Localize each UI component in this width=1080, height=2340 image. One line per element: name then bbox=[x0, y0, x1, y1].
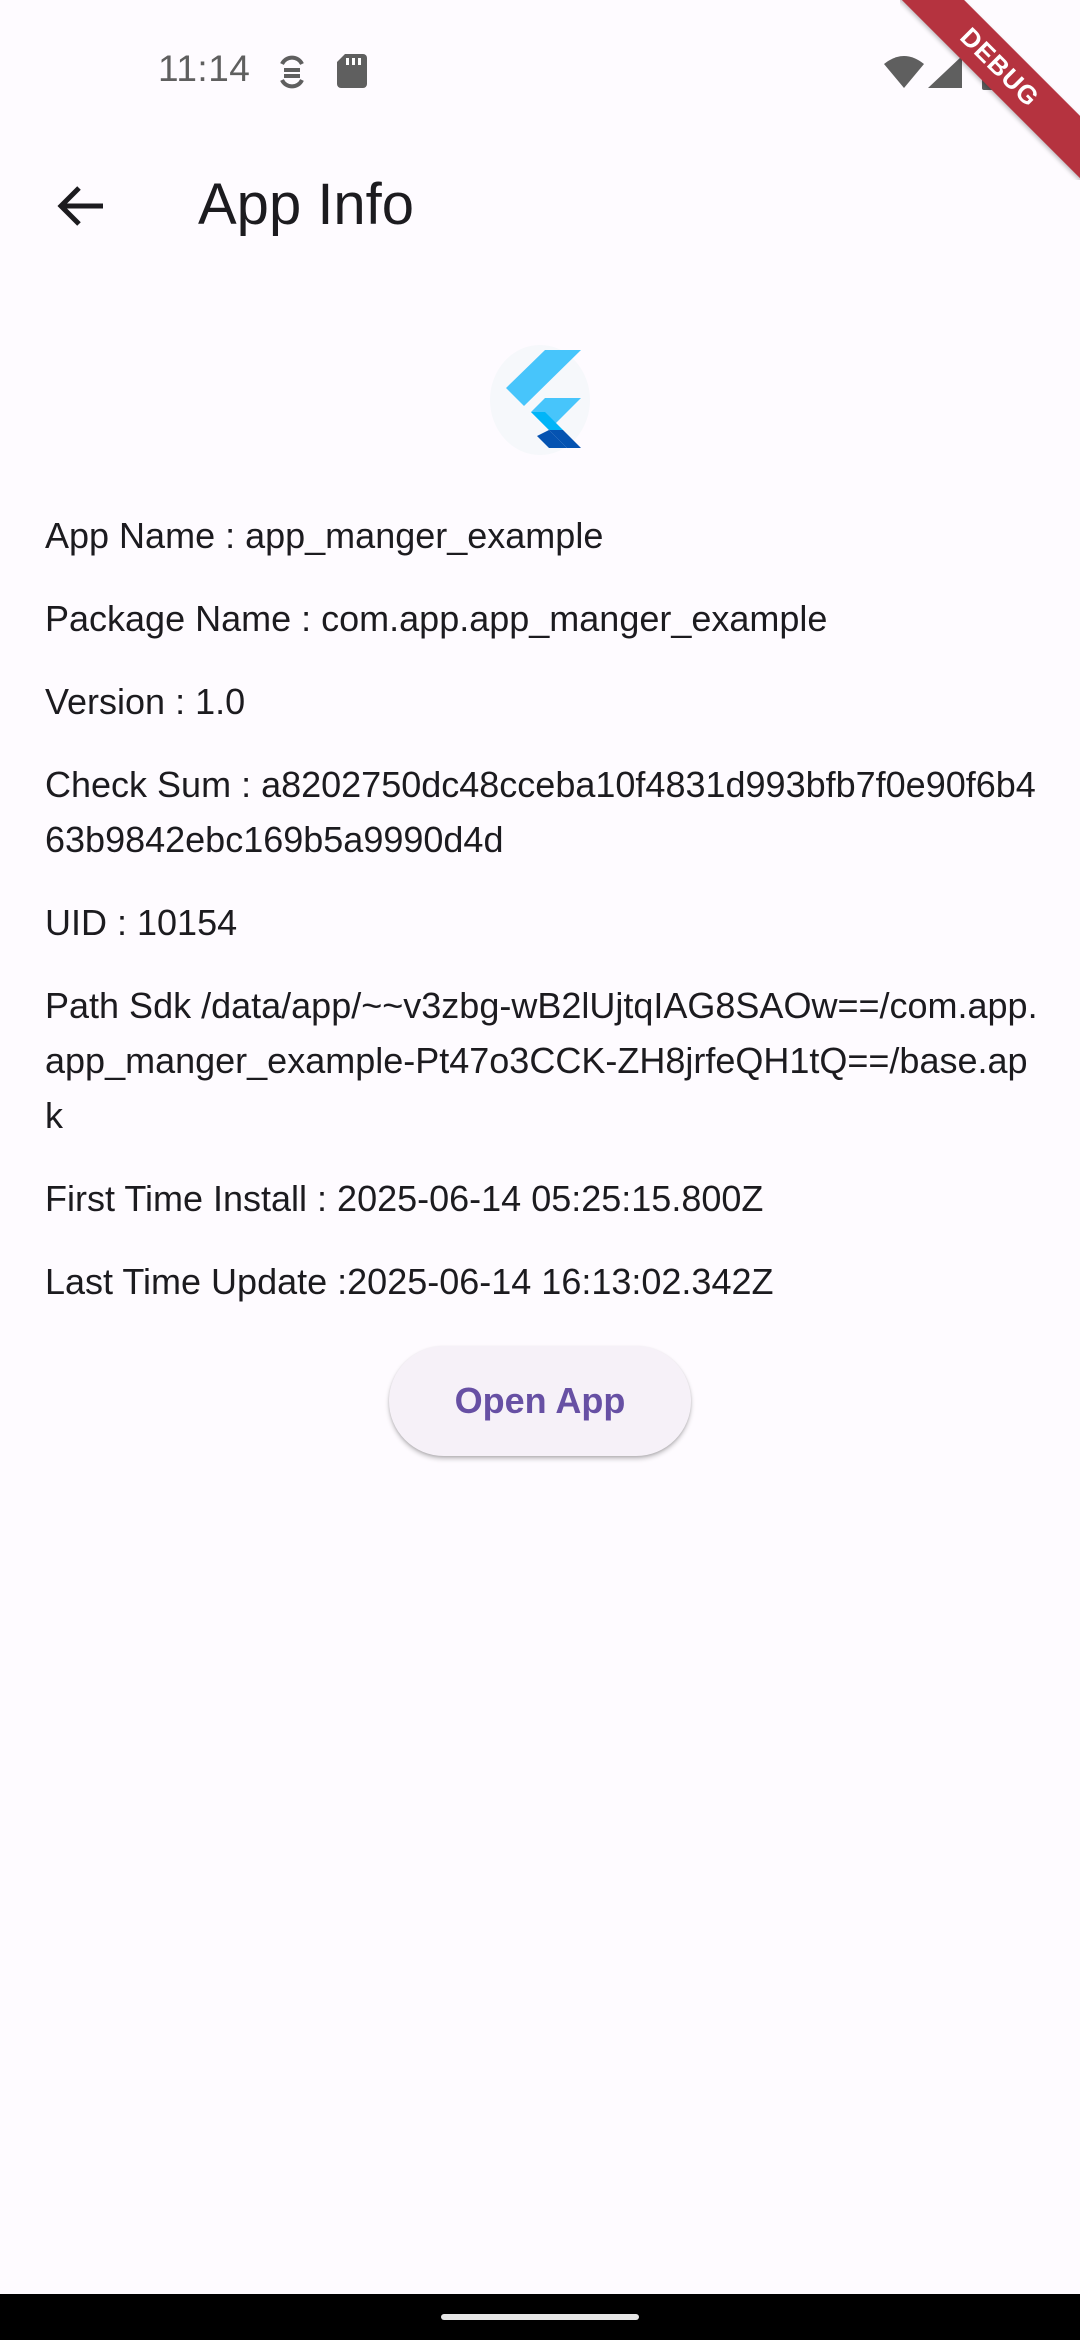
page-title: App Info bbox=[198, 172, 415, 237]
sd-card-icon bbox=[337, 54, 367, 93]
home-handle[interactable] bbox=[441, 2314, 639, 2320]
app-name-text: App Name : app_manger_example bbox=[45, 515, 604, 556]
last-update-text: Last Time Update :2025-06-14 16:13:02.34… bbox=[45, 1261, 774, 1302]
app-logo bbox=[490, 345, 590, 455]
open-app-button[interactable]: Open App bbox=[389, 1346, 691, 1456]
check-sum-text: Check Sum : a8202750dc48cceba10f4831d993… bbox=[45, 764, 1036, 860]
arrow-back-icon bbox=[55, 184, 105, 233]
battery-icon bbox=[982, 54, 1004, 95]
status-bar: 11:14 bbox=[0, 0, 1080, 140]
back-button[interactable] bbox=[40, 168, 120, 248]
uid-text: UID : 10154 bbox=[45, 902, 238, 943]
path-sdk-text: Path Sdk /data/app/~~v3zbg-wB2lUjtqIAG8S… bbox=[45, 985, 1038, 1136]
wifi-icon bbox=[884, 56, 924, 93]
package-name-text: Package Name : com.app.app_manger_exampl… bbox=[45, 598, 828, 639]
app-info-list: App Name : app_manger_example Package Na… bbox=[45, 508, 1045, 1337]
system-nav-bar bbox=[0, 2294, 1080, 2340]
version-text: Version : 1.0 bbox=[45, 681, 246, 722]
app-bar: App Info bbox=[0, 140, 1080, 284]
status-time: 11:14 bbox=[158, 48, 251, 89]
flutter-logo-icon bbox=[497, 348, 587, 461]
cell-signal-icon bbox=[928, 56, 962, 93]
sync-icon bbox=[276, 54, 308, 95]
first-install-text: First Time Install : 2025-06-14 05:25:15… bbox=[45, 1178, 764, 1219]
